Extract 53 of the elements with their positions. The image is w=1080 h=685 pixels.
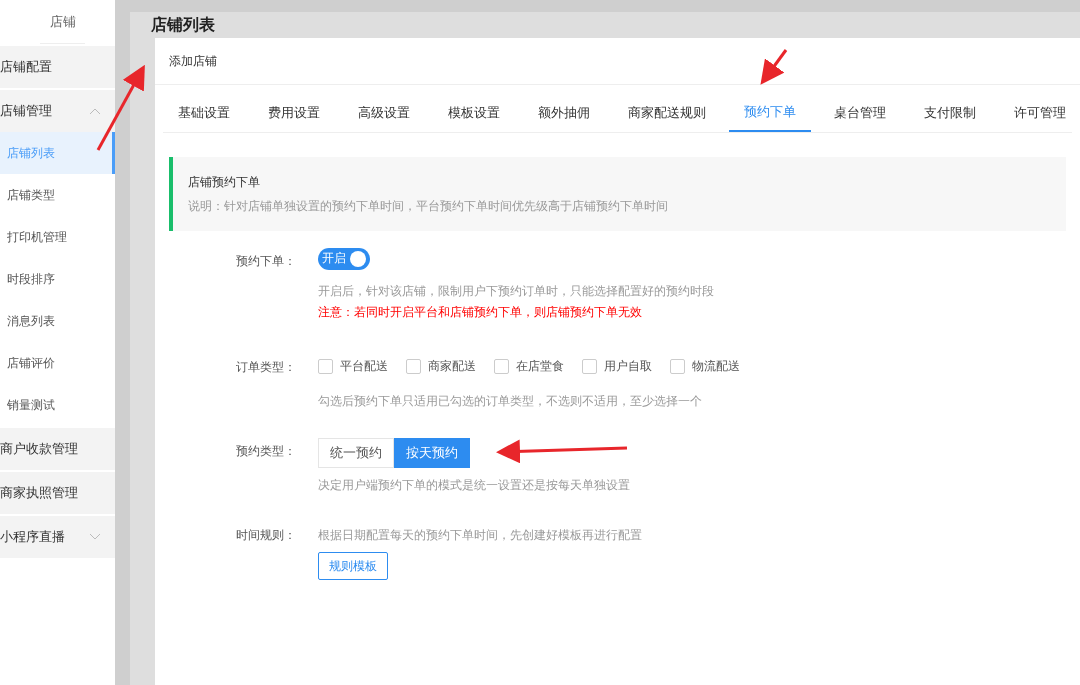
sidebar-group[interactable]: 商家执照管理 <box>0 472 115 514</box>
checkbox-option[interactable]: 平台配送 <box>318 357 388 375</box>
tab[interactable]: 额外抽佣 <box>523 95 605 132</box>
tab[interactable]: 许可管理 <box>999 95 1080 132</box>
sidebar-item[interactable]: 打印机管理 <box>0 216 115 258</box>
tab[interactable]: 商家配送规则 <box>613 95 721 132</box>
checkbox-option[interactable]: 用户自取 <box>582 357 652 375</box>
sidebar-item[interactable]: 时段排序 <box>0 258 115 300</box>
hint-text: 勾选后预约下单只适用已勾选的订单类型，不选则不适用，至少选择一个 <box>318 393 703 410</box>
sidebar-group-label: 商家执照管理 <box>0 484 78 503</box>
form-label: 时间规则： <box>235 527 297 544</box>
checkbox[interactable] <box>582 358 597 374</box>
checkbox-option[interactable]: 物流配送 <box>670 357 740 375</box>
dialog-title: 添加店铺 <box>155 38 1080 85</box>
sidebar-group[interactable]: 商户收款管理 <box>0 428 115 470</box>
form-label: 预约类型： <box>235 443 297 460</box>
sidebar-item[interactable]: 店铺类型 <box>0 174 115 216</box>
sidebar-item[interactable]: 消息列表 <box>0 300 115 342</box>
page-title: 店铺列表 <box>151 15 215 35</box>
sidebar-group-label: 店铺配置 <box>0 58 52 77</box>
checkbox[interactable] <box>318 358 333 374</box>
notice-title: 店铺预约下单 <box>188 174 261 191</box>
checkbox-option[interactable]: 在店堂食 <box>494 357 564 375</box>
checkbox[interactable] <box>406 358 421 374</box>
template-button[interactable]: 规则模板 <box>318 552 388 580</box>
tab[interactable]: 预约下单 <box>729 95 811 132</box>
form-label: 订单类型： <box>235 359 297 376</box>
hint-text: 决定用户端预约下单的模式是统一设置还是按每天单独设置 <box>318 477 630 494</box>
segment-button[interactable]: 统一预约 <box>318 438 394 468</box>
checkbox[interactable] <box>670 358 685 374</box>
sidebar-item[interactable]: 店铺评价 <box>0 342 115 384</box>
hint-text: 开启后，针对该店铺，限制用户下预约订单时，只能选择配置好的预约时段 <box>318 283 714 300</box>
tab[interactable]: 高级设置 <box>343 95 425 132</box>
checkbox[interactable] <box>494 358 509 374</box>
tab[interactable]: 支付限制 <box>909 95 991 132</box>
tab[interactable]: 基础设置 <box>163 95 245 132</box>
sidebar-group[interactable]: 店铺管理 <box>0 90 115 132</box>
tab[interactable]: 费用设置 <box>253 95 335 132</box>
tab[interactable]: 模板设置 <box>433 95 515 132</box>
sidebar-title: 店铺 <box>40 0 85 44</box>
tab[interactable]: 桌台管理 <box>819 95 901 132</box>
sidebar-group[interactable]: 小程序直播 <box>0 516 115 558</box>
sidebar-group-label: 店铺管理 <box>0 102 52 121</box>
notice-text: 说明：针对店铺单独设置的预约下单时间，平台预约下单时间优先级高于店铺预约下单时间 <box>188 198 669 215</box>
sidebar-group-label: 小程序直播 <box>0 528 65 547</box>
hint-text: 根据日期配置每天的预约下单时间，先创建好模板再进行配置 <box>318 527 642 544</box>
sidebar-group-label: 商户收款管理 <box>0 440 78 459</box>
sidebar-group[interactable]: 店铺配置 <box>0 46 115 88</box>
annotation-arrow <box>760 49 788 85</box>
form-label: 预约下单： <box>235 253 297 270</box>
checkbox-option[interactable]: 商家配送 <box>406 357 476 375</box>
sidebar-item[interactable]: 销量测试 <box>0 384 115 426</box>
warning-text: 注意：若同时开启平台和店铺预约下单，则店铺预约下单无效 <box>318 304 643 321</box>
